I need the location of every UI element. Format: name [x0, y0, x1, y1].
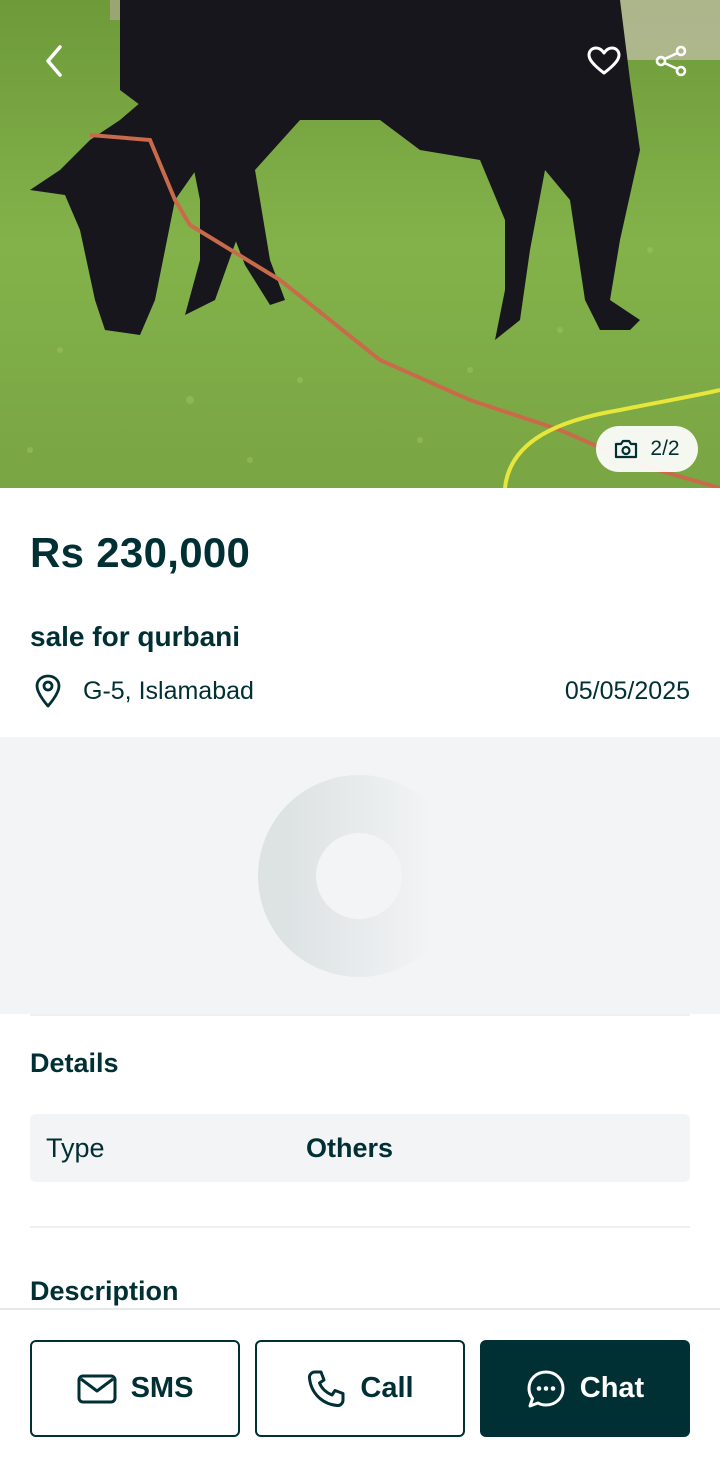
sms-button-label: SMS	[130, 1372, 194, 1404]
detail-row-type: Type Others	[30, 1114, 690, 1182]
listing-location: G-5, Islamabad	[83, 676, 254, 705]
chat-bubble-icon	[527, 1370, 565, 1407]
phone-icon	[308, 1370, 345, 1407]
favorite-button[interactable]	[580, 37, 628, 85]
listing-price: Rs 230,000	[30, 529, 251, 576]
detail-value: Others	[306, 1132, 394, 1163]
divider	[30, 1226, 690, 1228]
heart-icon	[587, 46, 621, 75]
listing-info: Rs 230,000 sale for qurbani G-5, Islamab…	[30, 525, 690, 711]
listing-photo[interactable]: 2/2	[0, 0, 720, 488]
share-button[interactable]	[647, 37, 695, 85]
sms-button[interactable]: SMS	[30, 1340, 240, 1437]
listing-date: 05/05/2025	[564, 676, 690, 705]
share-icon	[655, 45, 687, 77]
call-button-label: Call	[360, 1372, 414, 1404]
chat-button[interactable]: Chat	[480, 1340, 690, 1437]
location-pin-icon	[30, 673, 66, 709]
camera-icon	[615, 439, 638, 459]
chevron-left-icon	[46, 45, 62, 77]
listing-title: sale for qurbani	[30, 621, 241, 652]
listing-meta: G-5, Islamabad 05/05/2025	[30, 671, 690, 711]
image-counter: 2/2	[596, 426, 698, 472]
back-button[interactable]	[32, 37, 80, 85]
details-heading: Details	[30, 1048, 119, 1078]
detail-key: Type	[46, 1132, 105, 1163]
divider	[30, 1014, 690, 1016]
call-button[interactable]: Call	[255, 1340, 465, 1437]
image-counter-text: 2/2	[650, 437, 680, 460]
description-heading: Description	[30, 1276, 179, 1306]
loading-spinner-icon	[258, 775, 460, 977]
chat-button-label: Chat	[579, 1372, 645, 1404]
envelope-icon	[77, 1374, 117, 1403]
